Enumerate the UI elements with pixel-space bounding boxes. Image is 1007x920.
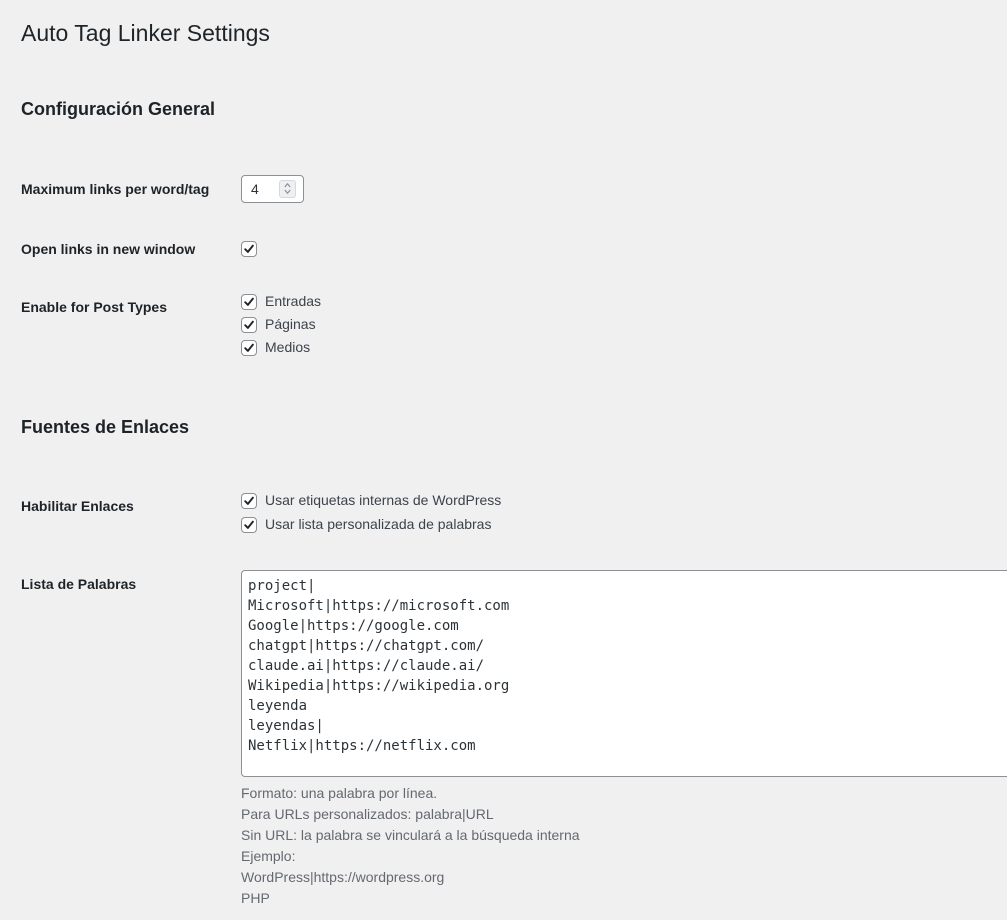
section-heading-general: Configuración General — [21, 99, 216, 119]
word-list-line: Google|https://google.com — [248, 618, 459, 634]
enable-checkbox-custom-list[interactable] — [241, 516, 257, 533]
word-list-line: chatgpt|https://chatgpt.com/ — [248, 638, 485, 654]
new-window-option[interactable] — [241, 240, 257, 257]
post-type-label-entradas: Entradas — [265, 293, 322, 309]
post-type-option-entradas[interactable]: Entradas — [241, 293, 321, 310]
enable-option-custom-list[interactable]: Usar lista personalizada de palabras — [241, 516, 491, 533]
help-line: WordPress|https://wordpress.org — [241, 869, 445, 885]
checkmark-icon — [244, 520, 254, 529]
checkmark-icon — [244, 343, 254, 352]
help-line: Para URLs personalizados: palabra|URL — [241, 806, 494, 822]
settings-page: Auto Tag Linker Settings Configuración G… — [0, 0, 1007, 920]
chevron-up-icon[interactable] — [284, 182, 291, 189]
word-list-line: leyendas| — [248, 718, 324, 734]
word-list-help: Formato: una palabra por línea. Para URL… — [241, 783, 580, 909]
chevron-down-icon[interactable] — [284, 189, 291, 196]
word-list-label: Lista de Palabras — [21, 576, 137, 592]
new-window-checkbox[interactable] — [241, 240, 257, 257]
enable-links-label: Habilitar Enlaces — [21, 498, 134, 514]
post-types-label: Enable for Post Types — [21, 299, 167, 315]
post-type-checkbox-paginas[interactable] — [241, 316, 257, 333]
enable-label-wp-tags: Usar etiquetas internas de WordPress — [265, 492, 502, 508]
post-type-checkbox-medios[interactable] — [241, 339, 257, 356]
post-type-label-medios: Medios — [265, 339, 311, 355]
post-type-label-paginas: Páginas — [265, 316, 316, 332]
word-list-line: claude.ai|https://claude.ai/ — [248, 658, 485, 674]
help-line: Ejemplo: — [241, 848, 296, 864]
max-links-input[interactable]: 4 — [241, 175, 304, 203]
post-type-option-paginas[interactable]: Páginas — [241, 316, 316, 333]
checkmark-icon — [244, 496, 254, 505]
word-list-line: leyenda — [248, 698, 308, 714]
help-line: PHP — [241, 890, 270, 906]
section-heading-sources: Fuentes de Enlaces — [21, 417, 190, 437]
page-title: Auto Tag Linker Settings — [21, 20, 270, 46]
post-type-checkbox-entradas[interactable] — [241, 293, 257, 310]
number-spinner[interactable] — [279, 180, 296, 198]
max-links-label: Maximum links per word/tag — [21, 181, 210, 197]
enable-checkbox-wp-tags[interactable] — [241, 492, 257, 509]
word-list-line: Microsoft|https://microsoft.com — [248, 598, 510, 614]
enable-option-wp-tags[interactable]: Usar etiquetas internas de WordPress — [241, 492, 501, 509]
post-type-option-medios[interactable]: Medios — [241, 339, 310, 356]
word-list-textarea[interactable]: project| Microsoft|https://microsoft.com… — [241, 570, 1007, 777]
enable-label-custom-list: Usar lista personalizada de palabras — [265, 516, 492, 532]
checkmark-icon — [244, 320, 254, 329]
word-list-line: Wikipedia|https://wikipedia.org — [248, 678, 510, 694]
help-line: Formato: una palabra por línea. — [241, 785, 438, 801]
word-list-line: Netflix|https://netflix.com — [248, 738, 476, 754]
checkmark-icon — [244, 297, 254, 306]
checkmark-icon — [244, 244, 254, 253]
new-window-label: Open links in new window — [21, 241, 196, 257]
help-line: Sin URL: la palabra se vinculará a la bú… — [241, 827, 580, 843]
max-links-value: 4 — [251, 181, 259, 197]
word-list-line: project| — [248, 578, 316, 594]
